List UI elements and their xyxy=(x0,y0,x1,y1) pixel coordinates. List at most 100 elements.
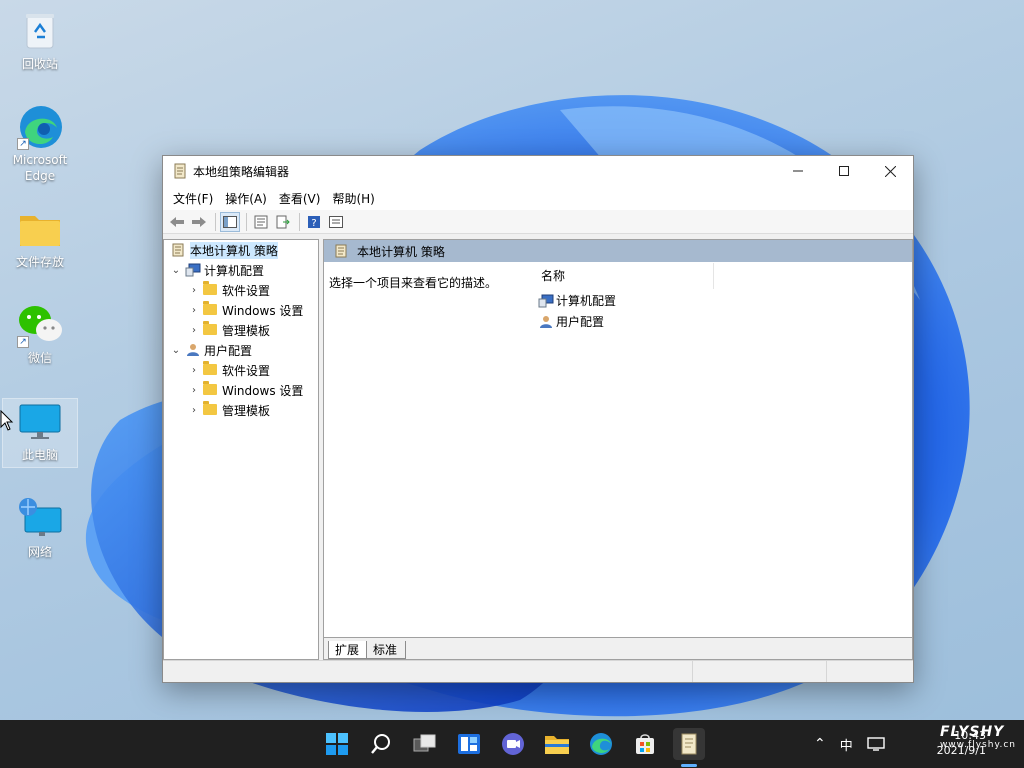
start-button[interactable] xyxy=(321,728,353,760)
edge-icon: ↗ xyxy=(17,104,63,150)
item-list: 名称 计算机配置 用户配置 xyxy=(526,262,912,634)
desktop-icon-label: 网络 xyxy=(27,545,52,559)
tree-item-user-config[interactable]: ⌄ 用户配置 xyxy=(164,340,318,360)
tree-item-root[interactable]: 本地计算机 策略 xyxy=(164,240,318,260)
list-item[interactable]: 用户配置 xyxy=(526,311,912,332)
chevron-right-icon[interactable]: › xyxy=(188,405,200,416)
tree-label: Windows 设置 xyxy=(222,383,304,398)
toolbar-separator xyxy=(246,212,247,231)
tray-overflow-chevron-icon[interactable]: ⌃ xyxy=(814,736,826,752)
chevron-right-icon[interactable]: › xyxy=(188,385,200,396)
close-button[interactable] xyxy=(867,156,913,186)
forward-button[interactable] xyxy=(189,212,209,232)
widgets-button[interactable] xyxy=(453,728,485,760)
policy-scroll-icon xyxy=(334,244,350,258)
watermark-subtext: www.flyshy.cn xyxy=(939,740,1016,750)
user-config-icon xyxy=(538,315,554,329)
search-button[interactable] xyxy=(365,728,397,760)
folder-icon xyxy=(203,301,219,317)
maximize-button[interactable] xyxy=(821,156,867,186)
active-app-indicator xyxy=(681,764,697,767)
policy-scroll-icon xyxy=(174,163,186,179)
title-bar[interactable]: 本地组策略编辑器 xyxy=(163,156,913,186)
tree-label: 管理模板 xyxy=(222,403,271,418)
tree-label: 本地计算机 策略 xyxy=(190,241,278,259)
desktop-icon-label: 微信 xyxy=(27,351,52,365)
tree-label: 管理模板 xyxy=(222,323,271,338)
menu-file[interactable]: 文件(F) xyxy=(167,190,219,207)
tree-item-user-admin-templates[interactable]: › 管理模板 xyxy=(164,400,318,420)
shortcut-arrow-icon: ↗ xyxy=(17,336,29,348)
watermark-text: FLYSHY xyxy=(939,724,1005,740)
edge-icon xyxy=(590,733,612,755)
folder-icon xyxy=(203,281,219,297)
widgets-icon xyxy=(458,734,480,754)
tab-extended[interactable]: 扩展 xyxy=(328,641,369,659)
desktop-icon-folder[interactable]: 文件存放 xyxy=(2,206,78,270)
desktop-icon-label: Microsoft Edge xyxy=(12,153,68,183)
folder-icon xyxy=(203,401,219,417)
edge-taskbar-button[interactable] xyxy=(585,728,617,760)
task-view-icon xyxy=(413,734,436,752)
details-header: 本地计算机 策略 xyxy=(324,240,912,262)
recycle-bin-icon xyxy=(17,8,63,54)
taskbar: ⌃ 中 10:43 2021/9/1 FLYSHY www.flyshy.cn xyxy=(0,720,1024,768)
desktop-icon-edge[interactable]: ↗ Microsoft Edge xyxy=(2,104,78,184)
desktop-icon-label: 此电脑 xyxy=(21,448,58,462)
tree-item-admin-templates[interactable]: › 管理模板 xyxy=(164,320,318,340)
mouse-cursor-icon xyxy=(0,410,14,431)
computer-config-icon xyxy=(538,294,554,308)
system-tray: ⌃ 中 xyxy=(814,720,885,768)
folder-icon xyxy=(17,206,63,252)
export-list-button[interactable] xyxy=(273,212,293,232)
watermark-logo: FLYSHY www.flyshy.cn xyxy=(940,724,1016,750)
help-button[interactable]: ? xyxy=(304,212,324,232)
chat-icon xyxy=(502,733,524,755)
chevron-down-icon[interactable]: ⌄ xyxy=(170,345,182,356)
minimize-button[interactable] xyxy=(775,156,821,186)
view-tabs: 扩展 标准 xyxy=(324,637,912,659)
tab-standard[interactable]: 标准 xyxy=(366,641,407,659)
desktop-icon-this-pc[interactable]: 此电脑 xyxy=(2,398,78,468)
tree-item-user-windows-settings[interactable]: › Windows 设置 xyxy=(164,380,318,400)
toolbar-separator xyxy=(299,212,300,231)
menu-help[interactable]: 帮助(H) xyxy=(326,190,380,207)
desktop-icon-network[interactable]: 网络 xyxy=(2,496,78,560)
network-icon xyxy=(17,496,63,542)
tree-item-computer-config[interactable]: ⌄ 计算机配置 xyxy=(164,260,318,280)
filter-options-button[interactable] xyxy=(326,212,346,232)
tree-item-user-software-settings[interactable]: › 软件设置 xyxy=(164,360,318,380)
show-hide-tree-button[interactable] xyxy=(220,211,240,232)
chevron-right-icon[interactable]: › xyxy=(188,365,200,376)
network-monitor-icon[interactable] xyxy=(867,736,885,752)
teams-chat-button[interactable] xyxy=(497,728,529,760)
computer-config-icon xyxy=(185,263,201,277)
wechat-icon: ↗ xyxy=(17,302,63,348)
list-item-label: 用户配置 xyxy=(556,315,605,329)
list-item[interactable]: 计算机配置 xyxy=(526,290,912,311)
chevron-right-icon[interactable]: › xyxy=(188,285,200,296)
desktop-icon-recycle-bin[interactable]: 回收站 xyxy=(2,8,78,72)
chevron-down-icon[interactable]: ⌄ xyxy=(170,265,182,276)
column-header: 名称 xyxy=(526,262,912,290)
shortcut-arrow-icon: ↗ xyxy=(17,138,29,150)
ime-indicator[interactable]: 中 xyxy=(840,735,853,754)
window-title: 本地组策略编辑器 xyxy=(193,164,290,179)
store-button[interactable] xyxy=(629,728,661,760)
gpedit-taskbar-button[interactable] xyxy=(673,728,705,760)
chevron-right-icon[interactable]: › xyxy=(188,325,200,336)
status-cell xyxy=(163,661,693,682)
file-explorer-button[interactable] xyxy=(541,728,573,760)
menu-action[interactable]: 操作(A) xyxy=(219,190,273,207)
task-view-button[interactable] xyxy=(409,728,441,760)
properties-button[interactable] xyxy=(251,212,271,232)
tree-item-windows-settings[interactable]: › Windows 设置 xyxy=(164,300,318,320)
chevron-right-icon[interactable]: › xyxy=(188,305,200,316)
tree-label: 软件设置 xyxy=(222,363,271,378)
folder-icon xyxy=(545,736,569,754)
menu-view[interactable]: 查看(V) xyxy=(273,190,327,207)
tree-item-software-settings[interactable]: › 软件设置 xyxy=(164,280,318,300)
column-header-name[interactable]: 名称 xyxy=(526,263,714,289)
desktop-icon-wechat[interactable]: ↗ 微信 xyxy=(2,302,78,366)
back-button[interactable] xyxy=(167,212,187,232)
